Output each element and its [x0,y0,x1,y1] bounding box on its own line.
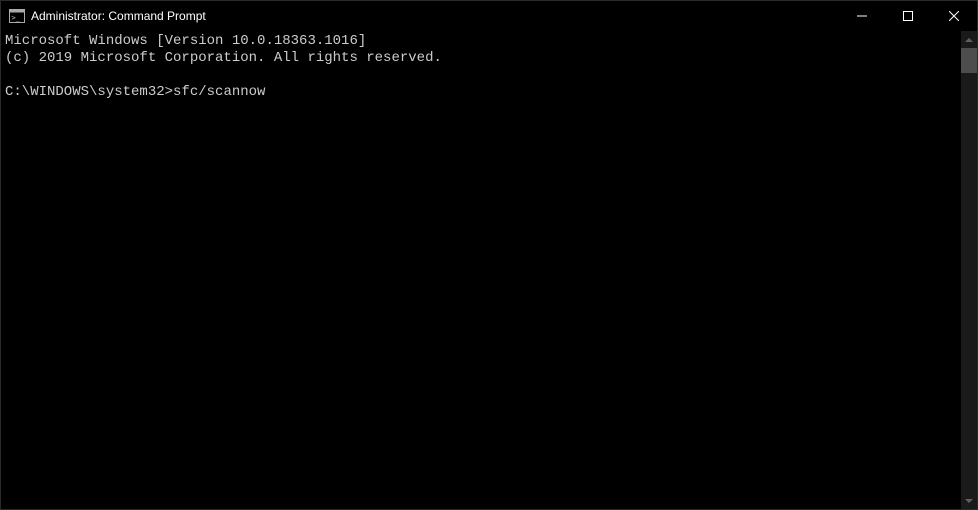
command-input[interactable]: sfc/scannow [173,84,265,100]
minimize-button[interactable] [839,1,885,31]
titlebar-controls [839,1,977,31]
scroll-up-arrow[interactable] [961,31,977,48]
scroll-thumb[interactable] [961,48,977,73]
copyright-line: (c) 2019 Microsoft Corporation. All righ… [5,50,442,66]
vertical-scrollbar[interactable] [961,31,977,509]
version-line: Microsoft Windows [Version 10.0.18363.10… [5,33,366,49]
titlebar-left: >_ Administrator: Command Prompt [1,8,206,24]
scroll-down-arrow[interactable] [961,492,977,509]
close-button[interactable] [931,1,977,31]
window-title: Administrator: Command Prompt [31,9,206,23]
prompt-path: C:\WINDOWS\system32> [5,84,173,100]
maximize-button[interactable] [885,1,931,31]
scroll-track[interactable] [961,48,977,492]
content-area: Microsoft Windows [Version 10.0.18363.10… [1,31,977,509]
svg-text:>_: >_ [12,14,21,22]
command-prompt-window: >_ Administrator: Command Prompt [0,0,978,510]
terminal-output[interactable]: Microsoft Windows [Version 10.0.18363.10… [1,31,961,509]
cmd-icon: >_ [9,8,25,24]
titlebar[interactable]: >_ Administrator: Command Prompt [1,1,977,31]
